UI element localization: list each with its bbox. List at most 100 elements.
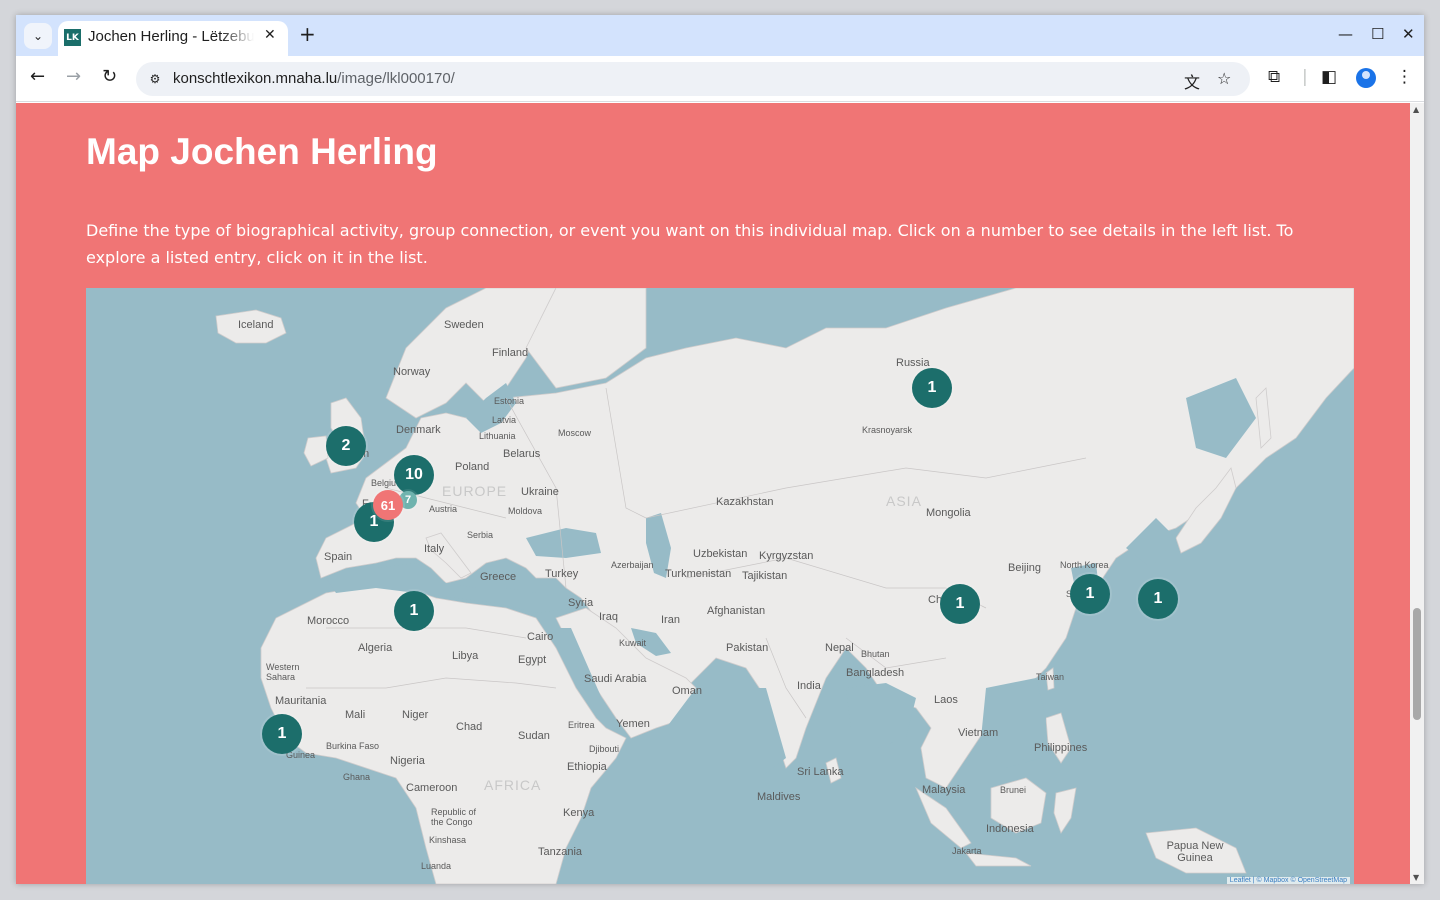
scroll-up-icon[interactable]: ▲ bbox=[1413, 105, 1419, 114]
map-label-burkina-faso: Burkina Faso bbox=[326, 741, 380, 751]
map-label-finland: Finland bbox=[492, 347, 529, 359]
map-attribution[interactable]: Leaflet | © Mapbox © OpenStreetMap bbox=[1226, 877, 1350, 884]
translate-icon[interactable]: 文 bbox=[1184, 69, 1200, 93]
map-label-jakarta: Jakarta bbox=[952, 846, 982, 856]
map-label-azerbaijan: Azerbaijan bbox=[611, 560, 654, 570]
forward-icon[interactable]: → bbox=[66, 68, 81, 86]
map-label-laos: Laos bbox=[934, 694, 958, 706]
cluster-marker-benelux[interactable]: 10 bbox=[394, 455, 434, 495]
extensions-icon[interactable]: ⧉ bbox=[1268, 67, 1280, 87]
map-label-turkmenistan: Turkmenistan bbox=[665, 568, 732, 580]
map-label-estonia: Estonia bbox=[494, 396, 525, 406]
map-label-norway: Norway bbox=[393, 366, 431, 378]
page-scrollbar[interactable]: ▲ ▼ bbox=[1410, 103, 1424, 884]
map-label-serbia: Serbia bbox=[467, 530, 494, 540]
cluster-marker-russia[interactable]: 1 bbox=[912, 368, 952, 408]
map-label-iraq: Iraq bbox=[599, 611, 618, 623]
cluster-marker-uk[interactable]: 2 bbox=[326, 426, 366, 466]
map-label-mauritania: Mauritania bbox=[275, 695, 327, 707]
close-tab-icon[interactable]: ✕ bbox=[264, 27, 276, 43]
map-label-egypt: Egypt bbox=[518, 654, 547, 666]
map-label-chad: Chad bbox=[456, 721, 483, 733]
map-label-uzbekistan: Uzbekistan bbox=[693, 548, 748, 560]
browser-window: ⌄ LK Jochen Herling - Lëtzebuerger ✕ + —… bbox=[16, 15, 1424, 884]
map-label-vietnam: Vietnam bbox=[958, 727, 999, 739]
reload-icon[interactable]: ↻ bbox=[102, 68, 117, 86]
map-label-niger: Niger bbox=[402, 709, 429, 721]
map-label-philippines: Philippines bbox=[1034, 742, 1088, 754]
map-label-africa: AFRICA bbox=[484, 777, 542, 793]
map-label-belarus: Belarus bbox=[503, 448, 541, 460]
map-label-western-sahara: Western Sahara bbox=[266, 662, 300, 682]
map-label-belgium: Belgiu bbox=[371, 478, 397, 488]
active-tab[interactable]: LK Jochen Herling - Lëtzebuerger ✕ bbox=[58, 21, 288, 56]
browser-toolbar: ← → ↻ ⚙ konschtlexikon.mnaha.lu/image/lk… bbox=[16, 56, 1424, 102]
map-label-bhutan: Bhutan bbox=[861, 649, 890, 659]
map-label-libya: Libya bbox=[452, 650, 479, 662]
address-bar[interactable]: ⚙ konschtlexikon.mnaha.lu/image/lkl00017… bbox=[136, 62, 1250, 96]
bookmark-star-icon[interactable]: ☆ bbox=[1217, 69, 1231, 88]
map-label-nepal: Nepal bbox=[825, 642, 854, 654]
new-tab-icon[interactable]: + bbox=[299, 24, 316, 44]
map-label-oman: Oman bbox=[672, 685, 702, 697]
map-label-brunei: Brunei bbox=[1000, 785, 1027, 795]
map-label-maldives: Maldives bbox=[757, 791, 801, 803]
map-label-europe: EUROPE bbox=[442, 483, 508, 499]
map-label-krasnoyarsk: Krasnoyarsk bbox=[862, 425, 913, 435]
map-label-india: India bbox=[797, 680, 821, 692]
cluster-marker-korea[interactable]: 1 bbox=[1070, 574, 1110, 614]
url-path: /image/lkl000170/ bbox=[337, 70, 455, 87]
map-label-beijing: Beijing bbox=[1008, 562, 1042, 574]
tab-bar: ⌄ LK Jochen Herling - Lëtzebuerger ✕ + —… bbox=[16, 15, 1424, 56]
intro-text: Define the type of biographical activity… bbox=[86, 221, 1294, 267]
cluster-marker-tunisia[interactable]: 1 bbox=[394, 591, 434, 631]
map-label-turkey: Turkey bbox=[545, 568, 579, 580]
world-map[interactable]: Iceland Sweden Finland Norway Russia Est… bbox=[86, 288, 1354, 884]
map-label-yemen: Yemen bbox=[616, 718, 650, 730]
scroll-thumb[interactable] bbox=[1413, 608, 1421, 720]
map-label-afghanistan: Afghanistan bbox=[707, 605, 766, 617]
map-label-kenya: Kenya bbox=[563, 807, 595, 819]
map-label-greece: Greece bbox=[480, 571, 517, 583]
map-label-poland: Poland bbox=[455, 461, 490, 473]
map-label-kazakhstan: Kazakhstan bbox=[716, 496, 774, 508]
map-label-denmark: Denmark bbox=[396, 424, 441, 436]
map-label-moscow: Moscow bbox=[558, 428, 592, 438]
map-label-iceland: Iceland bbox=[238, 319, 274, 331]
map-label-iran: Iran bbox=[661, 614, 680, 626]
scroll-down-icon[interactable]: ▼ bbox=[1413, 873, 1419, 882]
map-label-bangladesh: Bangladesh bbox=[846, 667, 905, 679]
map-label-pakistan: Pakistan bbox=[726, 642, 769, 654]
url-text[interactable]: konschtlexikon.mnaha.lu/image/lkl000170/ bbox=[173, 70, 455, 87]
map-label-saudi-arabia: Saudi Arabia bbox=[584, 673, 647, 685]
site-favicon-icon: LK bbox=[64, 29, 81, 46]
minimize-icon[interactable]: — bbox=[1338, 25, 1353, 43]
map-label-sudan: Sudan bbox=[518, 730, 550, 742]
map-label-mali: Mali bbox=[345, 709, 366, 721]
map-label-moldova: Moldova bbox=[508, 506, 543, 516]
close-window-icon[interactable]: ✕ bbox=[1402, 25, 1415, 43]
map-label-kyrgyzstan: Kyrgyzstan bbox=[759, 550, 814, 562]
cluster-marker-luxembourg[interactable]: 61 bbox=[373, 490, 403, 520]
side-panel-icon[interactable]: ◧ bbox=[1321, 67, 1337, 87]
map-label-ghana: Ghana bbox=[343, 772, 371, 782]
back-icon[interactable]: ← bbox=[30, 68, 45, 86]
cluster-marker-china[interactable]: 1 bbox=[940, 584, 980, 624]
map-label-luanda: Luanda bbox=[421, 861, 452, 871]
cluster-marker-japan[interactable]: 1 bbox=[1138, 579, 1178, 619]
cluster-marker-senegal[interactable]: 1 bbox=[262, 714, 302, 754]
map-label-republic-congo: Republic of the Congo bbox=[431, 807, 477, 827]
map-label-algeria: Algeria bbox=[358, 642, 393, 654]
tab-title: Jochen Herling - Lëtzebuerger bbox=[88, 28, 254, 45]
maximize-icon[interactable]: ☐ bbox=[1371, 25, 1384, 43]
tab-search-button[interactable]: ⌄ bbox=[24, 23, 52, 49]
map-label-eritrea: Eritrea bbox=[568, 720, 595, 730]
map-label-sweden: Sweden bbox=[444, 319, 484, 331]
map-label-latvia: Latvia bbox=[492, 415, 517, 425]
map-label-djibouti: Djibouti bbox=[589, 744, 620, 754]
site-info-icon[interactable]: ⚙ bbox=[145, 69, 165, 89]
more-menu-icon[interactable]: ⋮ bbox=[1396, 67, 1413, 87]
map-label-tanzania: Tanzania bbox=[538, 846, 583, 858]
map-label-taiwan: Taiwan bbox=[1036, 672, 1065, 682]
profile-avatar[interactable] bbox=[1356, 68, 1376, 88]
